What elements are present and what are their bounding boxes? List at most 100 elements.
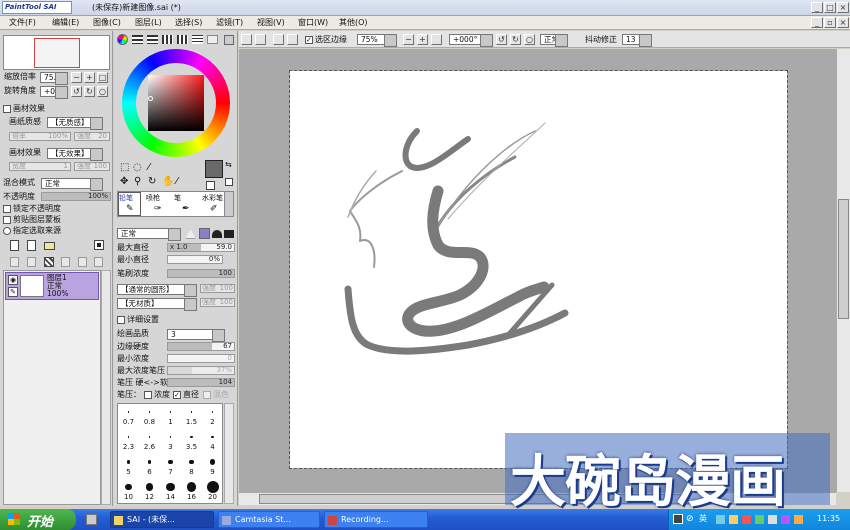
maximize-button[interactable]: □ [824,2,836,13]
tray-volume-icon[interactable] [729,515,738,524]
new-folder-icon[interactable] [44,242,55,250]
deselect-button[interactable] [273,34,284,45]
brush-shape-strength[interactable]: 强度 100 [200,284,235,293]
zoom-tool-icon[interactable]: ⚲ [134,177,141,187]
brush-size-cell[interactable]: 7 [160,454,181,479]
brush-size-cell[interactable]: 6 [139,454,160,479]
mixer-tab-icon[interactable] [177,35,188,44]
brush-texture-select[interactable]: 【无材质】 [117,298,197,311]
tip-shape-2-icon[interactable] [199,228,210,239]
hsv-slider-tab-icon[interactable] [147,35,158,44]
edge-hardness-slider[interactable]: 67 [167,342,235,351]
menu-edit[interactable]: 编辑(E) [52,18,79,28]
brush-size-cell[interactable]: 2.6 [139,429,160,454]
brush-density-slider[interactable]: 100 [167,269,235,278]
taskbar-item-recording[interactable]: Recording... [324,511,428,528]
brush-size-cell[interactable]: 1 [160,404,181,429]
tool-grid-scroll[interactable] [224,191,234,217]
pen-icon[interactable]: ✒ [182,204,190,214]
brush-size-cell[interactable]: 12 [139,479,160,504]
brush-size-cell[interactable]: 9 [202,454,223,479]
menu-view[interactable]: 视图(V) [257,18,285,28]
brush-size-cell[interactable]: 2 [202,404,223,429]
pressure-hardness-slider[interactable]: 104 [167,378,235,387]
rotate-left-button[interactable]: ↺ [71,86,82,97]
tip-shape-4-icon[interactable] [224,230,234,238]
max-pressure-slider[interactable]: 37% [167,366,235,375]
watercolor-icon[interactable]: ✐ [210,204,218,214]
brush-size-cell[interactable]: 5 [118,454,139,479]
paper-strength-slider[interactable]: 强度 20 [74,132,110,141]
delete-layer-icon[interactable] [94,240,104,250]
pressure-density-checkbox[interactable] [144,391,152,399]
redo-button[interactable] [255,34,266,45]
navigator-preview[interactable] [3,35,110,70]
menu-layer[interactable]: 图层(L) [135,18,162,28]
canvas-viewport[interactable] [239,49,836,492]
view-zoom-reset-button[interactable] [431,34,442,45]
color-wheel-tab-icon[interactable] [117,34,128,45]
menu-filter[interactable]: 滤镜(T) [216,18,243,28]
brush-size-cell[interactable]: 10 [118,479,139,504]
opacity-slider[interactable]: 100% [41,192,111,201]
quicklaunch-icon[interactable] [86,514,97,525]
view-rotate-left-button[interactable]: ↺ [496,34,507,45]
view-rotate-right-button[interactable]: ↻ [510,34,521,45]
view-zoom-in-button[interactable]: + [417,34,428,45]
vertical-scrollbar[interactable] [836,49,850,492]
layer-merge-icon[interactable] [78,257,87,267]
min-size-slider[interactable]: 0% [167,255,223,264]
layer-copy-icon[interactable] [10,257,19,267]
mdi-close-button[interactable]: × [837,17,849,28]
pressure-size-checkbox[interactable]: ✓ [173,391,181,399]
brush-size-cell[interactable]: 4 [202,429,223,454]
brush-size-cell[interactable]: 0.7 [118,404,139,429]
mdi-restore-button[interactable]: ▫ [824,17,836,28]
close-button[interactable]: × [837,2,849,13]
menu-select[interactable]: 选择(S) [175,18,202,28]
layer-scrollbar[interactable] [101,270,111,505]
zoom-field[interactable]: 75.0% [40,72,68,85]
minimize-button[interactable]: _ [811,2,823,13]
move-icon[interactable]: ✥ [120,177,128,187]
brush-size-cell[interactable]: 3.5 [181,429,202,454]
tray-app-icon-1[interactable] [742,515,751,524]
rotate-tool-icon[interactable]: ↻ [148,177,156,187]
protect-opacity-checkbox[interactable] [3,205,11,213]
pressure-blend-checkbox[interactable] [203,391,211,399]
ime-indicator[interactable]: 英 [699,514,707,524]
invert-selection-button[interactable] [287,34,298,45]
new-linework-layer-icon[interactable] [27,240,36,251]
stabilizer-select[interactable]: 13 [622,34,652,47]
view-blend-select[interactable]: 正常 [540,34,568,47]
selection-source-radio[interactable] [3,227,11,235]
quality-select[interactable]: 3 [167,329,225,342]
view-zoom-select[interactable]: 75% [357,34,397,47]
zoom-out-button[interactable]: − [71,72,82,83]
view-rotate-reset-button[interactable]: ○ [524,34,535,45]
brush-texture-strength[interactable]: 强度 100 [200,298,235,307]
menu-image[interactable]: 图像(C) [93,18,121,28]
pencil-icon[interactable]: ✎ [126,204,134,214]
rotate-right-button[interactable]: ↻ [84,86,95,97]
brush-size-cell[interactable]: 1.5 [181,404,202,429]
transparent-color-swatch[interactable] [206,181,215,190]
brush-size-cell[interactable]: 8 [181,454,202,479]
magic-wand-icon[interactable]: ⁄ [148,163,150,173]
zoom-reset-button[interactable]: □ [97,72,108,83]
rotate-field[interactable]: +000 [40,86,68,99]
airbrush-icon[interactable]: ✑ [154,204,162,214]
rotate-reset-button[interactable]: ○ [97,86,108,97]
brush-mode-select[interactable]: 正常 [117,228,181,241]
brush-size-cell[interactable]: 14 [160,479,181,504]
brush-size-cell[interactable]: 3 [160,429,181,454]
menu-other[interactable]: 其他(O) [339,18,368,28]
brush-size-cell[interactable]: 16 [181,479,202,504]
brush-shape-select[interactable]: 【通常的圆形】 [117,284,197,297]
layer-visibility-icon[interactable]: ◉ [8,275,18,285]
tip-shape-3-icon[interactable] [212,230,222,238]
swatches-tab-icon[interactable] [162,35,173,44]
effect-strength-slider[interactable]: 强度 100 [74,162,110,171]
eyedropper-icon[interactable]: ⁄ [176,177,178,187]
paper-effect-header[interactable]: 画材效果 [2,104,110,115]
